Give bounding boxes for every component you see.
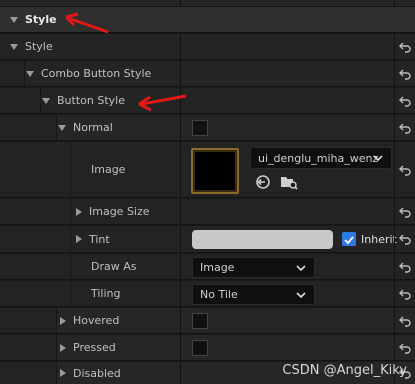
property-row-pressed[interactable]: Pressed (0, 335, 415, 361)
chevron-down-icon (296, 291, 306, 298)
reset-to-default-icon[interactable] (394, 142, 415, 197)
property-label: Image Size (89, 205, 150, 218)
property-row-draw-as[interactable]: Draw As Image (0, 254, 415, 280)
expand-arrow-icon[interactable] (60, 343, 66, 352)
reset-to-default-icon[interactable] (394, 34, 415, 59)
reset-to-default-icon[interactable] (394, 254, 415, 279)
property-value (180, 335, 395, 360)
inherit-label: Inherit (361, 232, 397, 246)
property-row-button-style[interactable]: Button Style (0, 88, 415, 114)
property-label: Tint (89, 232, 110, 246)
chevron-down-icon (296, 264, 306, 271)
property-row-tiling[interactable]: Tiling No Tile (0, 281, 415, 307)
property-label: Hovered (73, 314, 120, 327)
reset-to-default-icon[interactable] (394, 335, 415, 360)
expand-arrow-icon[interactable] (76, 207, 82, 216)
brush-preview-swatch[interactable] (192, 313, 208, 329)
property-row-image[interactable]: Image ui_denglu_miha_wenz (0, 142, 415, 198)
expand-arrow-icon[interactable] (60, 316, 66, 325)
reset-to-default-icon[interactable] (394, 199, 415, 224)
tiling-value: No Tile (200, 288, 238, 301)
property-label: Button Style (57, 94, 125, 107)
property-row-image-size[interactable]: Image Size (0, 199, 415, 225)
collapse-arrow-icon[interactable] (10, 43, 18, 50)
brush-preview-swatch[interactable] (192, 340, 208, 356)
reset-to-default-icon[interactable] (394, 308, 415, 333)
property-row-combo-button-style[interactable]: Combo Button Style (0, 61, 415, 87)
draw-as-value: Image (200, 261, 235, 274)
tint-color-swatch[interactable] (192, 230, 333, 249)
property-row-hovered[interactable]: Hovered (0, 308, 415, 334)
browse-to-asset-icon[interactable] (280, 174, 298, 190)
annotation-arrow-style (64, 12, 109, 34)
property-row-normal[interactable]: Normal (0, 115, 415, 141)
property-value (180, 61, 395, 86)
property-row-style[interactable]: Style (0, 34, 415, 60)
reset-to-default-icon[interactable] (394, 226, 415, 252)
section-title: Style (25, 13, 57, 26)
image-thumbnail[interactable] (191, 148, 239, 194)
property-label: Disabled (73, 366, 121, 380)
property-value (180, 199, 395, 224)
property-value (180, 88, 395, 113)
expand-arrow-icon[interactable] (76, 235, 82, 243)
inherit-checkbox[interactable] (342, 232, 356, 246)
property-value (180, 115, 395, 140)
brush-preview-swatch[interactable] (192, 120, 208, 136)
reset-to-default-icon[interactable] (394, 281, 415, 306)
tiling-dropdown[interactable]: No Tile (192, 284, 315, 305)
draw-as-dropdown[interactable]: Image (192, 257, 315, 278)
collapse-arrow-icon[interactable] (42, 97, 50, 104)
property-value (180, 308, 395, 333)
reset-to-default-icon[interactable] (394, 61, 415, 86)
reset-to-default-icon[interactable] (394, 88, 415, 113)
expand-arrow-icon[interactable] (60, 369, 66, 377)
use-selected-asset-icon[interactable] (255, 174, 271, 190)
annotation-arrow-button-style (138, 94, 187, 112)
collapse-arrow-icon[interactable] (26, 70, 34, 77)
property-value (180, 34, 395, 59)
asset-picker-value: ui_denglu_miha_wenz (258, 151, 379, 165)
collapse-arrow-icon[interactable] (10, 16, 18, 23)
reset-to-default-icon[interactable] (394, 115, 415, 140)
chevron-down-icon (373, 155, 383, 161)
property-label: Normal (73, 121, 113, 134)
property-row-tint[interactable]: Tint Inherit (0, 226, 415, 253)
property-label: Tiling (91, 287, 121, 300)
asset-picker-combo[interactable]: ui_denglu_miha_wenz (250, 147, 392, 169)
watermark: CSDN @Angel_Kiky (282, 363, 407, 378)
property-label: Combo Button Style (41, 67, 152, 80)
property-label: Image (91, 163, 126, 176)
property-label: Style (25, 40, 53, 53)
property-label: Draw As (91, 260, 137, 273)
property-label: Pressed (73, 341, 116, 354)
collapse-arrow-icon[interactable] (58, 124, 66, 131)
